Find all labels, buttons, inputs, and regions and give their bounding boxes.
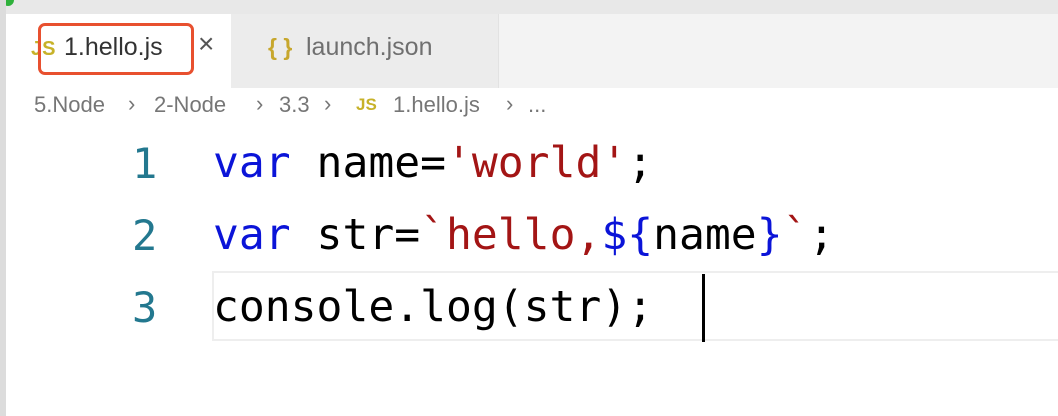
string-token: ` (782, 210, 809, 260)
js-file-icon: JS (356, 95, 377, 114)
code-token: name= (290, 138, 447, 188)
close-icon[interactable]: × (198, 30, 214, 58)
string-token: `hello, (420, 210, 602, 260)
template-expr-open: ${ (601, 210, 654, 260)
breadcrumb-item-2node[interactable]: 2-Node (154, 92, 226, 118)
window-top-strip (0, 0, 1058, 14)
breadcrumb-item-file[interactable]: 1.hello.js (393, 92, 480, 118)
breadcrumb-separator: › (506, 91, 514, 116)
code-token: name (653, 210, 757, 260)
template-expr-close: } (756, 210, 783, 260)
tab-launch-json-label[interactable]: launch.json (306, 33, 432, 62)
keyword-token: var (213, 210, 291, 260)
code-token: console.log(str); (213, 282, 654, 332)
code-line-1[interactable]: var name='world'; (213, 142, 653, 185)
breadcrumb-separator: › (256, 91, 264, 116)
breadcrumb-item-3-3[interactable]: 3.3 (279, 92, 310, 118)
line-number: 2 (132, 211, 158, 260)
breadcrumb-item-more[interactable]: ... (528, 92, 546, 118)
string-token: 'world' (446, 138, 628, 188)
code-token: ; (627, 138, 654, 188)
line-number: 3 (132, 283, 158, 332)
code-line-2[interactable]: var str=`hello,${name}`; (213, 214, 834, 257)
text-cursor (702, 274, 705, 342)
breadcrumb-separator: › (324, 91, 332, 116)
keyword-token: var (213, 138, 291, 188)
breadcrumb-item-5node[interactable]: 5.Node (34, 92, 105, 118)
code-line-3[interactable]: console.log(str); (213, 286, 653, 329)
code-token: str= (290, 210, 421, 260)
code-token: ; (808, 210, 835, 260)
tab-highlight-annotation (38, 23, 194, 75)
json-braces-icon: { } (268, 34, 293, 60)
breadcrumb-separator: › (128, 91, 136, 116)
line-number: 1 (132, 139, 158, 188)
